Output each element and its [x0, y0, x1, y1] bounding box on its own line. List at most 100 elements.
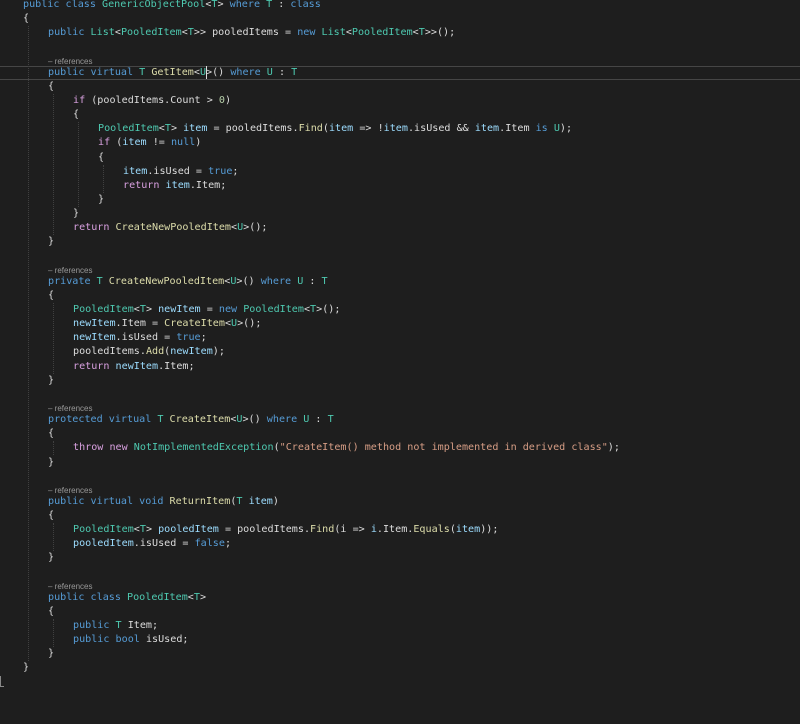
- code-token: }: [48, 456, 55, 468]
- code-token: {: [48, 289, 55, 301]
- code-token: PooledItem: [127, 591, 188, 603]
- code-token: .Item;: [189, 179, 227, 191]
- code-token: public: [73, 620, 116, 631]
- code-token: :: [272, 0, 291, 10]
- code-line[interactable]: {: [48, 289, 54, 303]
- code-token: newItem: [115, 360, 159, 372]
- code-token: >: [217, 0, 230, 10]
- code-line[interactable]: protected virtual T CreateItem<U>() wher…: [48, 413, 334, 427]
- code-token: new: [297, 27, 322, 39]
- code-token: }: [23, 662, 30, 674]
- code-line[interactable]: }: [48, 647, 54, 661]
- code-token: Find: [310, 524, 335, 536]
- code-token: }: [48, 552, 55, 564]
- code-editor[interactable]: public class GenericObjectPool<T> where …: [0, 0, 800, 724]
- code-line[interactable]: PooledItem<T> newItem = new PooledItem<T…: [73, 303, 340, 317]
- code-token: public virtual void: [48, 495, 170, 507]
- code-line[interactable]: PooledItem<T> item = pooledItems.Find(it…: [98, 122, 572, 136]
- code-token: Add: [145, 346, 165, 358]
- code-line[interactable]: public bool isUsed;: [73, 633, 188, 647]
- code-line[interactable]: throw new NotImplementedException("Creat…: [73, 441, 620, 455]
- code-token: T: [96, 275, 109, 287]
- code-line[interactable]: return newItem.Item;: [73, 360, 195, 374]
- code-line[interactable]: public List<PooledItem<T>> pooledItems =…: [48, 26, 455, 40]
- code-token: class: [290, 0, 321, 10]
- code-token: {: [23, 13, 30, 25]
- code-line[interactable]: if (pooledItems.Count > 0): [73, 94, 231, 108]
- code-line[interactable]: public virtual void ReturnItem(T item): [48, 495, 279, 509]
- code-token: return: [73, 222, 116, 234]
- code-token: }: [48, 374, 55, 386]
- code-token: item: [123, 165, 148, 177]
- code-token: public: [48, 27, 91, 39]
- code-line[interactable]: if (item != null): [98, 136, 201, 150]
- code-token: null: [170, 137, 196, 149]
- code-token: );: [212, 346, 225, 358]
- code-token: );: [607, 442, 620, 454]
- code-token: }: [73, 208, 80, 220]
- code-line[interactable]: {: [48, 80, 54, 94]
- code-token: item: [474, 123, 500, 135]
- code-line[interactable]: }: [48, 235, 54, 249]
- code-token: public class: [48, 591, 128, 603]
- code-line[interactable]: newItem.isUsed = true;: [73, 331, 207, 345]
- code-token: PooledItem: [351, 27, 413, 39]
- code-line[interactable]: pooledItems.Add(newItem);: [73, 345, 225, 359]
- code-token: {: [48, 428, 55, 440]
- code-token: >: [145, 304, 159, 315]
- code-line[interactable]: PooledItem<T> pooledItem = pooledItems.F…: [73, 523, 498, 537]
- code-line[interactable]: public class GenericObjectPool<T> where …: [23, 0, 321, 12]
- code-token: CreateNewPooledItem: [108, 275, 225, 287]
- code-line[interactable]: pooledItem.isUsed = false;: [73, 537, 231, 551]
- code-line[interactable]: item.isUsed = true;: [123, 165, 238, 179]
- code-line[interactable]: return CreateNewPooledItem<U>();: [73, 221, 267, 235]
- code-line[interactable]: }: [23, 661, 29, 675]
- indent-guide: [53, 303, 54, 374]
- code-token: {: [73, 109, 80, 121]
- code-line[interactable]: }: [48, 551, 54, 565]
- code-line[interactable]: public T Item;: [73, 619, 158, 633]
- code-token: GenericObjectPool: [102, 0, 206, 10]
- code-line[interactable]: private T CreateNewPooledItem<U>() where…: [48, 275, 328, 289]
- code-token: }: [48, 648, 55, 660]
- code-line[interactable]: }: [98, 193, 104, 207]
- code-line[interactable]: }: [48, 456, 54, 470]
- code-token: T: [139, 66, 152, 78]
- code-line[interactable]: }: [73, 207, 79, 221]
- code-token: return: [123, 179, 166, 191]
- code-token: = pooledItems.: [218, 524, 311, 536]
- code-token: T: [115, 620, 128, 631]
- code-token: newItem: [170, 346, 213, 358]
- code-token: public virtual: [48, 66, 140, 78]
- code-token: .Item: [499, 123, 536, 135]
- code-token: .isUsed =: [133, 538, 195, 550]
- code-line[interactable]: {: [48, 509, 54, 523]
- code-line[interactable]: }: [48, 374, 54, 388]
- outline-collapse-marker[interactable]: [0, 676, 4, 687]
- code-token: pooledItems.: [73, 346, 146, 358]
- code-line[interactable]: {: [73, 108, 79, 122]
- code-line[interactable]: public virtual T GetItem<U>() where U : …: [48, 66, 297, 80]
- code-line[interactable]: {: [98, 151, 104, 165]
- code-token: CreateNewPooledItem: [115, 222, 232, 234]
- code-token: {: [48, 509, 55, 521]
- code-token: (pooledItems.Count >: [91, 94, 219, 106]
- code-line[interactable]: {: [48, 427, 54, 441]
- code-token: ): [195, 137, 202, 149]
- code-token: private: [48, 275, 97, 287]
- code-token: = pooledItems.: [207, 123, 299, 135]
- code-line[interactable]: newItem.Item = CreateItem<U>();: [73, 317, 261, 331]
- code-token: List: [90, 27, 115, 39]
- code-token: item: [455, 524, 481, 536]
- code-token: item: [383, 123, 408, 135]
- code-token: Find: [298, 123, 323, 135]
- code-token: >();: [237, 318, 262, 330]
- code-token: is: [535, 123, 554, 135]
- code-token: GetItem: [151, 66, 194, 78]
- code-line[interactable]: public class PooledItem<T>: [48, 591, 206, 605]
- code-token: >: [199, 591, 207, 603]
- code-line[interactable]: return item.Item;: [123, 179, 226, 193]
- code-token: where: [260, 275, 298, 287]
- code-line[interactable]: {: [23, 12, 29, 26]
- code-line[interactable]: {: [48, 605, 54, 619]
